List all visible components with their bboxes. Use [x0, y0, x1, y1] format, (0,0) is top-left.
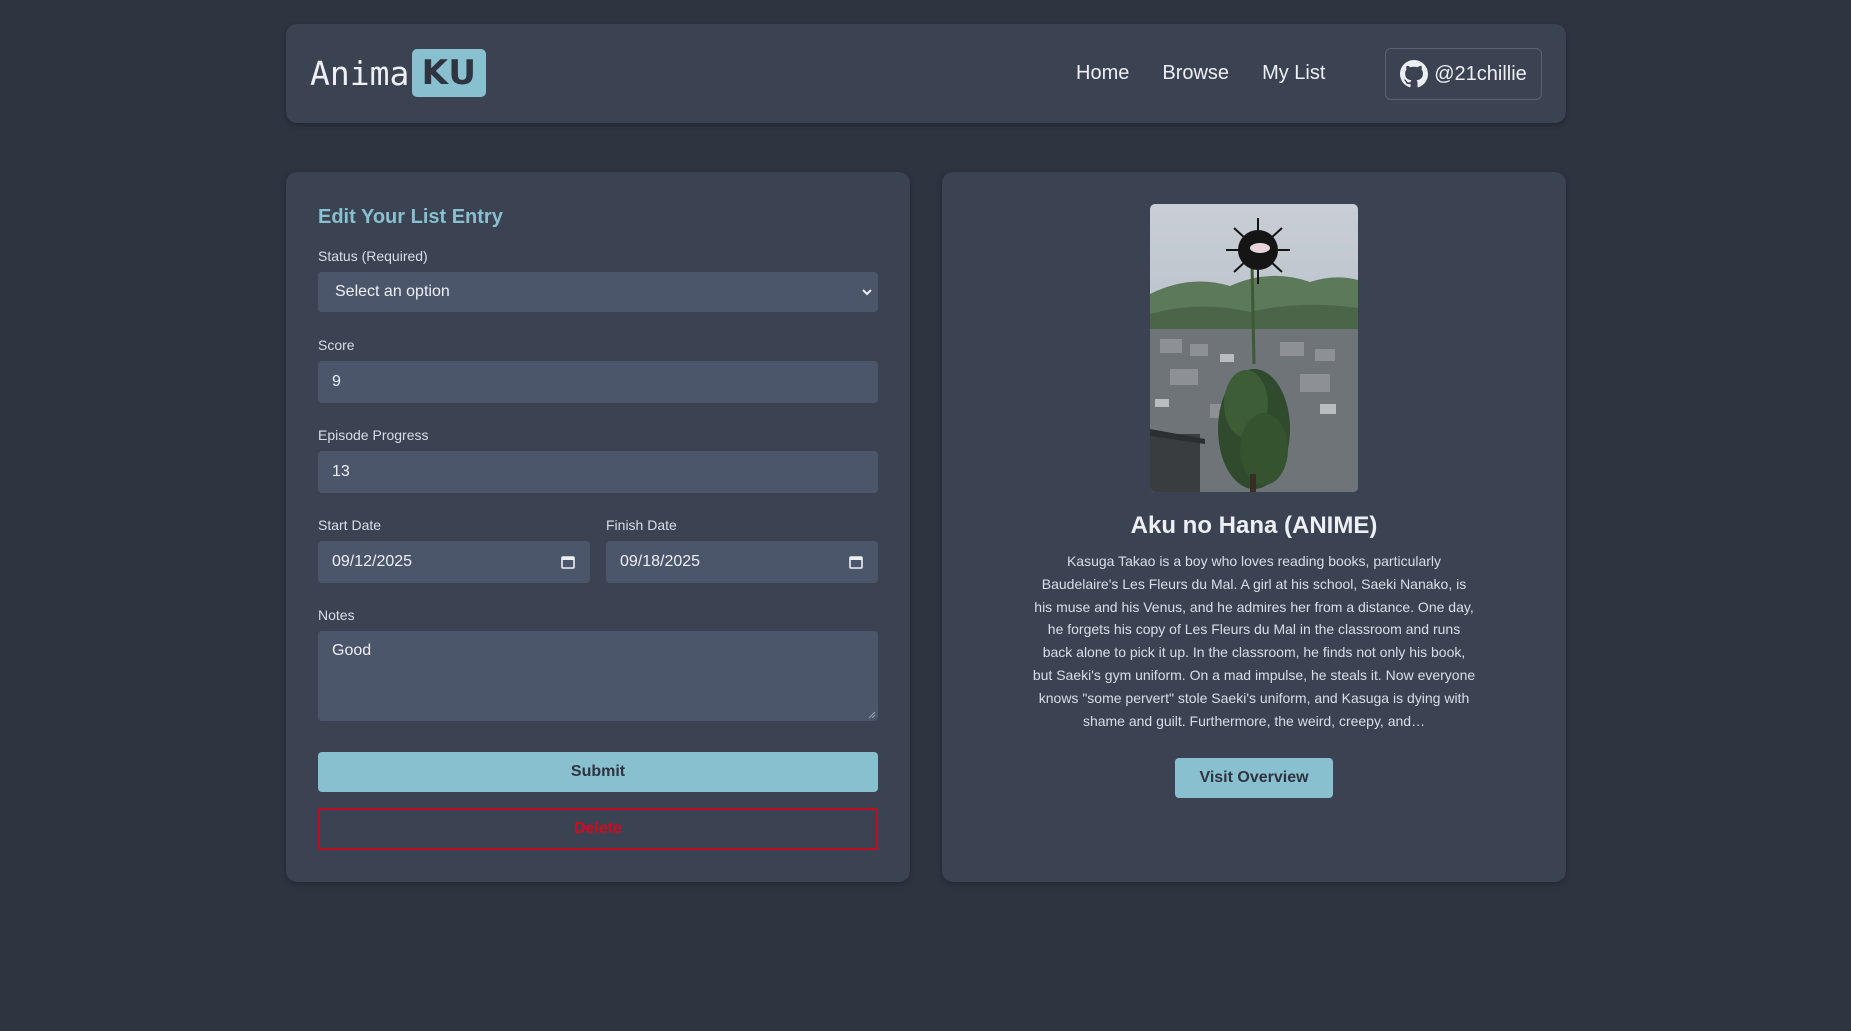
nav-link-home[interactable]: Home — [1076, 62, 1129, 85]
status-label: Status (Required) — [318, 248, 428, 264]
anime-info-card: Aku no Hana (ANIME) Kasuga Takao is a bo… — [942, 172, 1566, 882]
github-handle: @21chillie — [1434, 62, 1527, 85]
anime-synopsis: Kasuga Takao is a boy who loves reading … — [1032, 553, 1476, 729]
calendar-icon[interactable] — [848, 554, 864, 570]
episode-progress-value: 13 — [332, 463, 350, 480]
score-label: Score — [318, 337, 355, 353]
site-logo[interactable]: Anima KU — [310, 49, 487, 97]
nav-link-my-list[interactable]: My List — [1262, 62, 1325, 85]
episode-progress-label: Episode Progress — [318, 427, 429, 443]
resize-grip-icon[interactable] — [866, 709, 876, 719]
form-title: Edit Your List Entry — [318, 206, 503, 228]
start-date-label: Start Date — [318, 517, 382, 533]
github-profile-button[interactable]: @21chillie — [1385, 48, 1542, 100]
status-select[interactable]: Select an option — [318, 272, 878, 312]
logo-text: Anima — [310, 53, 410, 93]
start-date-input[interactable]: 09/12/2025 — [318, 541, 590, 583]
nav-link-browse[interactable]: Browse — [1162, 62, 1229, 85]
notes-textarea[interactable]: Good — [318, 631, 878, 721]
finish-date-input[interactable]: 09/18/2025 — [606, 541, 878, 583]
logo-badge: KU — [412, 49, 487, 97]
episode-progress-input[interactable]: 13 — [318, 451, 878, 493]
finish-date-label: Finish Date — [606, 517, 677, 533]
status-selected-value: Select an option — [335, 283, 450, 300]
github-icon — [1400, 60, 1429, 88]
nav-links: Home Browse My List — [1076, 24, 1358, 123]
edit-entry-card: Edit Your List Entry Status (Required) S… — [286, 172, 910, 882]
visit-overview-button[interactable]: Visit Overview — [1175, 758, 1333, 798]
calendar-icon[interactable] — [560, 554, 576, 570]
start-date-value: 09/12/2025 — [332, 553, 413, 570]
delete-button[interactable]: Delete — [318, 808, 878, 850]
notes-label: Notes — [318, 607, 355, 623]
anime-poster-image — [1150, 204, 1358, 492]
submit-button[interactable]: Submit — [318, 752, 878, 792]
anime-title: Aku no Hana (ANIME) — [1130, 512, 1378, 539]
chevron-down-icon — [862, 289, 872, 296]
notes-value: Good — [332, 642, 372, 659]
score-input[interactable]: 9 — [318, 361, 878, 403]
score-value: 9 — [332, 373, 341, 390]
finish-date-value: 09/18/2025 — [620, 553, 701, 570]
navbar: Anima KU Home Browse My List @21chillie — [286, 24, 1566, 123]
